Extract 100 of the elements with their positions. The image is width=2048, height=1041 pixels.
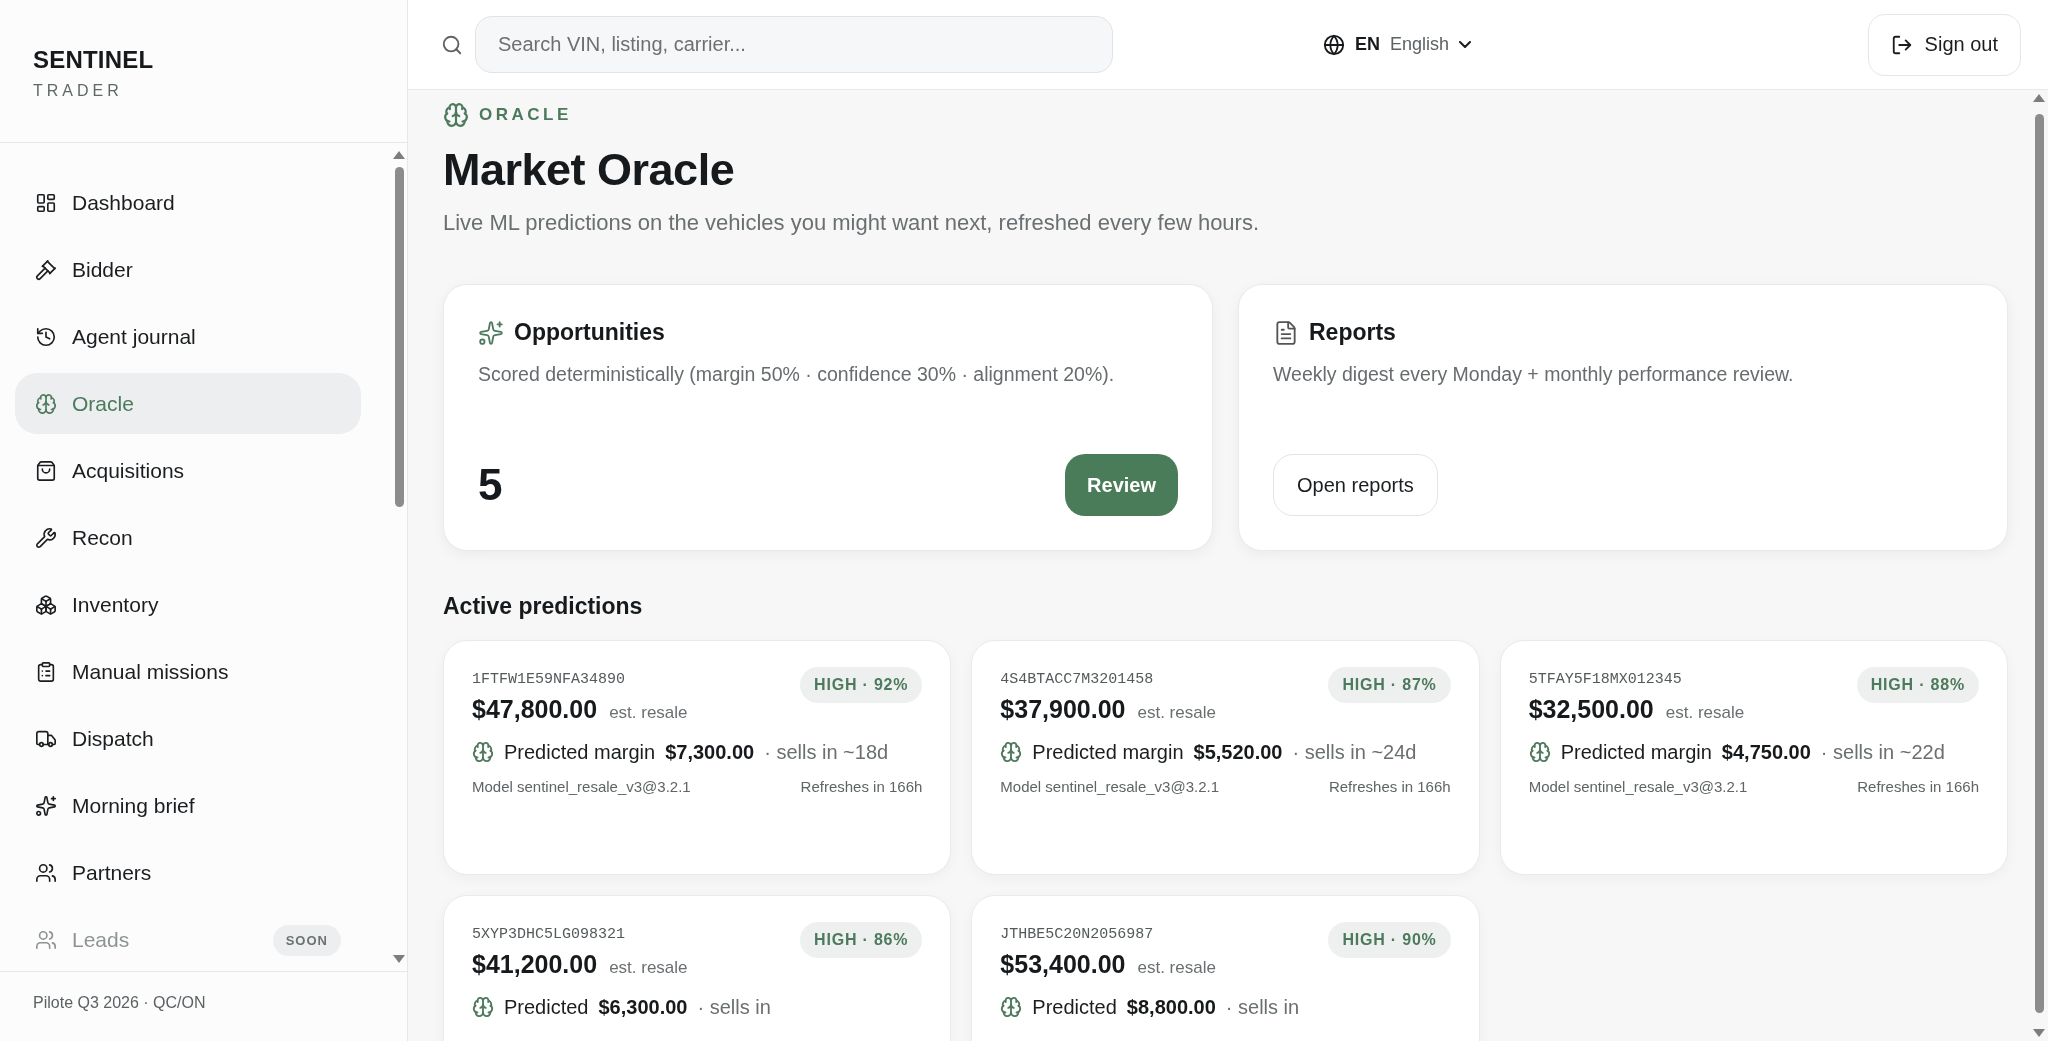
price-note: est. resale: [1665, 703, 1745, 723]
margin-amount: $7,300.00: [665, 740, 755, 765]
refresh-time: Refreshes in 166h: [1857, 778, 1979, 795]
nav-item[interactable]: Agent journal: [15, 306, 361, 368]
price-note: est. resale: [1137, 958, 1216, 978]
price-note: est. resale: [609, 703, 688, 723]
sell-time: · sells in ~22d: [1820, 740, 1945, 765]
confidence-badge: HIGH · 92%: [800, 667, 923, 703]
section-title: Active predictions: [443, 593, 644, 620]
sidebar-footer: Pilote Q3 2026 · QC/ON: [0, 971, 407, 1041]
nav-label: Dispatch: [72, 727, 155, 752]
sell-time: · sells in ~24d: [1292, 740, 1417, 765]
document-icon: [1273, 319, 1299, 346]
nav-label: Morning brief: [72, 794, 196, 819]
nav-item[interactable]: Dispatch: [15, 708, 361, 770]
brain-icon: [472, 996, 494, 1018]
users-icon: [35, 862, 57, 885]
chevron-down-icon: [1459, 41, 1472, 48]
card-description: Scored deterministically (margin 50% · confidence 30% · alignment 20%).: [478, 362, 1116, 387]
confidence-badge: HIGH · 86%: [800, 922, 923, 958]
nav-label: Leads: [72, 928, 131, 953]
nav-item[interactable]: Morning brief: [15, 775, 361, 837]
margin-label: Predicted margin: [504, 740, 656, 765]
model-version: Model sentinel_resale_v3@3.2.1: [1000, 778, 1220, 795]
price-note: est. resale: [609, 958, 688, 978]
sell-time: · sells in: [1225, 995, 1300, 1020]
opportunity-count: 5: [478, 460, 503, 510]
margin-amount: $6,300.00: [598, 995, 688, 1020]
refresh-time: Refreshes in 166h: [800, 778, 923, 795]
nav-item[interactable]: Partners: [15, 842, 361, 904]
page-eyebrow: ORACLE: [479, 105, 572, 125]
brain-icon: [1000, 741, 1023, 763]
sign-out-button[interactable]: Sign out: [1867, 13, 2021, 76]
wrench-icon: [35, 526, 57, 549]
vin-text: 1FTFW1E59NFA34890: [472, 671, 626, 688]
brand-tagline: TRADER: [33, 82, 123, 100]
sparkles-icon: [478, 319, 504, 346]
nav-item[interactable]: Recon: [15, 507, 361, 569]
open-reports-button[interactable]: Open reports: [1273, 454, 1438, 516]
dashboard-icon: [35, 191, 57, 214]
sparkles-icon: [35, 795, 57, 818]
resale-price: $32,500.00: [1528, 695, 1654, 724]
sell-time: · sells in: [697, 995, 771, 1020]
language-name: English: [1390, 34, 1450, 55]
resale-price: $47,800.00: [472, 695, 598, 724]
resale-price: $41,200.00: [472, 950, 598, 979]
sell-time: · sells in ~18d: [764, 740, 889, 765]
users-icon: [35, 929, 57, 952]
model-version: Model sentinel_resale_v3@3.2.1: [1528, 778, 1748, 795]
nav-label: Bidder: [72, 257, 134, 282]
search-icon: [441, 33, 463, 56]
search-field[interactable]: Search VIN, listing, carrier...: [475, 16, 1113, 73]
card-title: Reports: [1309, 319, 1396, 346]
language-code: EN: [1355, 34, 1380, 55]
nav-label: Recon: [72, 525, 134, 550]
nav-item[interactable]: Manual missions: [15, 641, 361, 703]
confidence-badge: HIGH · 87%: [1328, 667, 1451, 703]
margin-amount: $8,800.00: [1126, 995, 1216, 1020]
margin-label: Predicted: [1032, 995, 1117, 1020]
boxes-icon: [35, 594, 57, 616]
brain-icon: [443, 102, 469, 128]
margin-label: Predicted: [504, 995, 589, 1020]
vin-text: 4S4BTACC7M3201458: [1000, 671, 1154, 688]
model-version: Model sentinel_resale_v3@3.2.1: [472, 778, 691, 795]
card-description: Weekly digest every Monday + monthly performance review.: [1273, 362, 1795, 387]
vin-text: 5XYP3DHC5LG098321: [472, 926, 626, 943]
vin-text: 5TFAY5F18MX012345: [1528, 671, 1682, 688]
brain-icon: [472, 741, 494, 763]
card-title: Opportunities: [514, 319, 665, 346]
clipboard-icon: [35, 661, 57, 684]
page-subtitle: Live ML predictions on the vehicles you might want next, refreshed every few hours.: [443, 210, 1260, 236]
language-selector[interactable]: EN English: [1323, 33, 1472, 56]
brain-icon: [35, 392, 57, 415]
page-title: Market Oracle: [443, 144, 735, 196]
margin-amount: $5,520.00: [1193, 740, 1283, 765]
confidence-badge: HIGH · 88%: [1856, 667, 1979, 703]
soon-badge: SOON: [272, 924, 341, 956]
nav-item[interactable]: Inventory: [15, 574, 361, 636]
review-button[interactable]: Review: [1065, 454, 1178, 516]
resale-price: $53,400.00: [1000, 950, 1126, 979]
nav-item[interactable]: Acquisitions: [15, 440, 361, 502]
history-icon: [35, 325, 57, 348]
nav-label: Dashboard: [72, 190, 176, 215]
nav-item[interactable]: Bidder: [15, 239, 361, 301]
nav-label: Partners: [72, 861, 153, 886]
nav-label: Manual missions: [72, 660, 230, 685]
margin-label: Predicted margin: [1032, 740, 1184, 765]
nav-label: Inventory: [72, 593, 160, 617]
refresh-time: Refreshes in 166h: [1328, 778, 1451, 795]
sign-out-icon: [1890, 33, 1913, 56]
gavel-icon: [35, 258, 57, 281]
globe-icon: [1323, 33, 1345, 56]
nav-item[interactable]: Oracle: [15, 373, 361, 435]
brain-icon: [1528, 741, 1551, 763]
resale-price: $37,900.00: [1000, 695, 1126, 724]
bag-icon: [35, 459, 57, 482]
vin-text: JTHBE5C20N2056987: [1000, 926, 1154, 943]
margin-label: Predicted margin: [1560, 740, 1712, 765]
nav-item[interactable]: Dashboard: [15, 172, 361, 234]
nav-label: Acquisitions: [72, 458, 186, 483]
